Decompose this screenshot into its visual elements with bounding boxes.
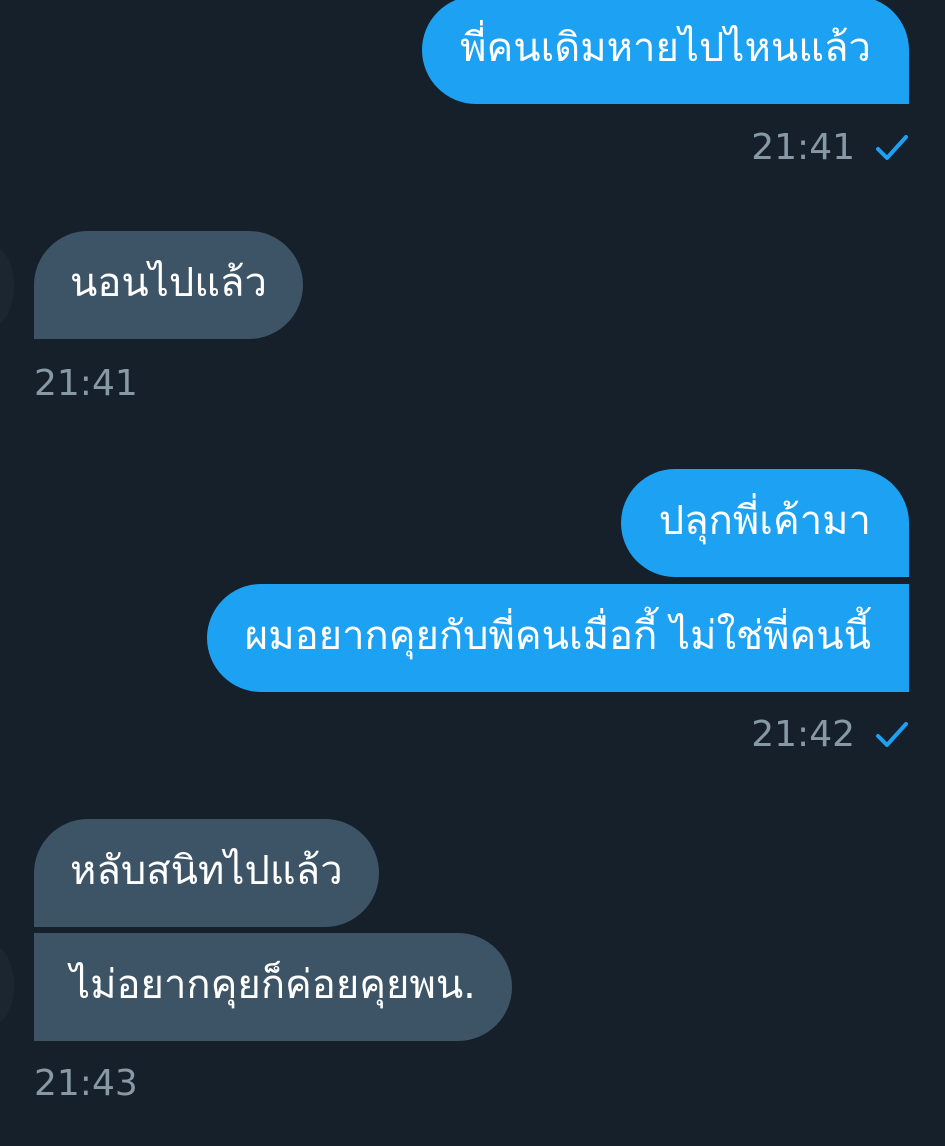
timestamp-text: 21:41: [751, 127, 855, 168]
avatar[interactable]: [0, 945, 14, 1025]
sent-message-bubble[interactable]: ผมอยากคุยกับพี่คนเมื่อกี้ ไม่ใช่พี่คนนี้: [206, 584, 909, 692]
message-text: นอนไปแล้ว: [70, 260, 267, 306]
sent-message-bubble[interactable]: ปลุกพี่เค้ามา: [620, 469, 909, 577]
message-timestamp: 21:42: [751, 717, 909, 753]
timestamp-text: 21:42: [751, 714, 855, 755]
received-message-bubble[interactable]: ไม่อยากคุยก็ค่อยคุยพน.: [34, 933, 512, 1041]
check-icon: [876, 135, 908, 160]
message-timestamp: 21:41: [751, 130, 909, 166]
message-text: ไม่อยากคุยก็ค่อยคุยพน.: [70, 962, 476, 1008]
message-timestamp: 21:43: [34, 1066, 138, 1102]
message-text: ผมอยากคุยกับพี่คนเมื่อกี้ ไม่ใช่พี่คนนี้: [244, 613, 871, 659]
received-message-bubble[interactable]: หลับสนิทไปแล้ว: [34, 819, 379, 927]
sent-message-bubble[interactable]: พี่คนเดิมหายไปไหนแล้ว: [422, 0, 909, 104]
avatar[interactable]: [0, 246, 14, 326]
message-text: หลับสนิทไปแล้ว: [70, 848, 343, 894]
message-timestamp: 21:41: [34, 366, 138, 402]
timestamp-text: 21:41: [34, 363, 138, 404]
received-message-bubble[interactable]: นอนไปแล้ว: [34, 231, 303, 339]
message-text: ปลุกพี่เค้ามา: [658, 498, 871, 544]
check-icon: [876, 722, 908, 747]
chat-thread: พี่คนเดิมหายไปไหนแล้ว 21:41 นอนไปแล้ว 21…: [0, 0, 945, 1146]
message-text: พี่คนเดิมหายไปไหนแล้ว: [460, 25, 871, 71]
timestamp-text: 21:43: [34, 1063, 138, 1104]
